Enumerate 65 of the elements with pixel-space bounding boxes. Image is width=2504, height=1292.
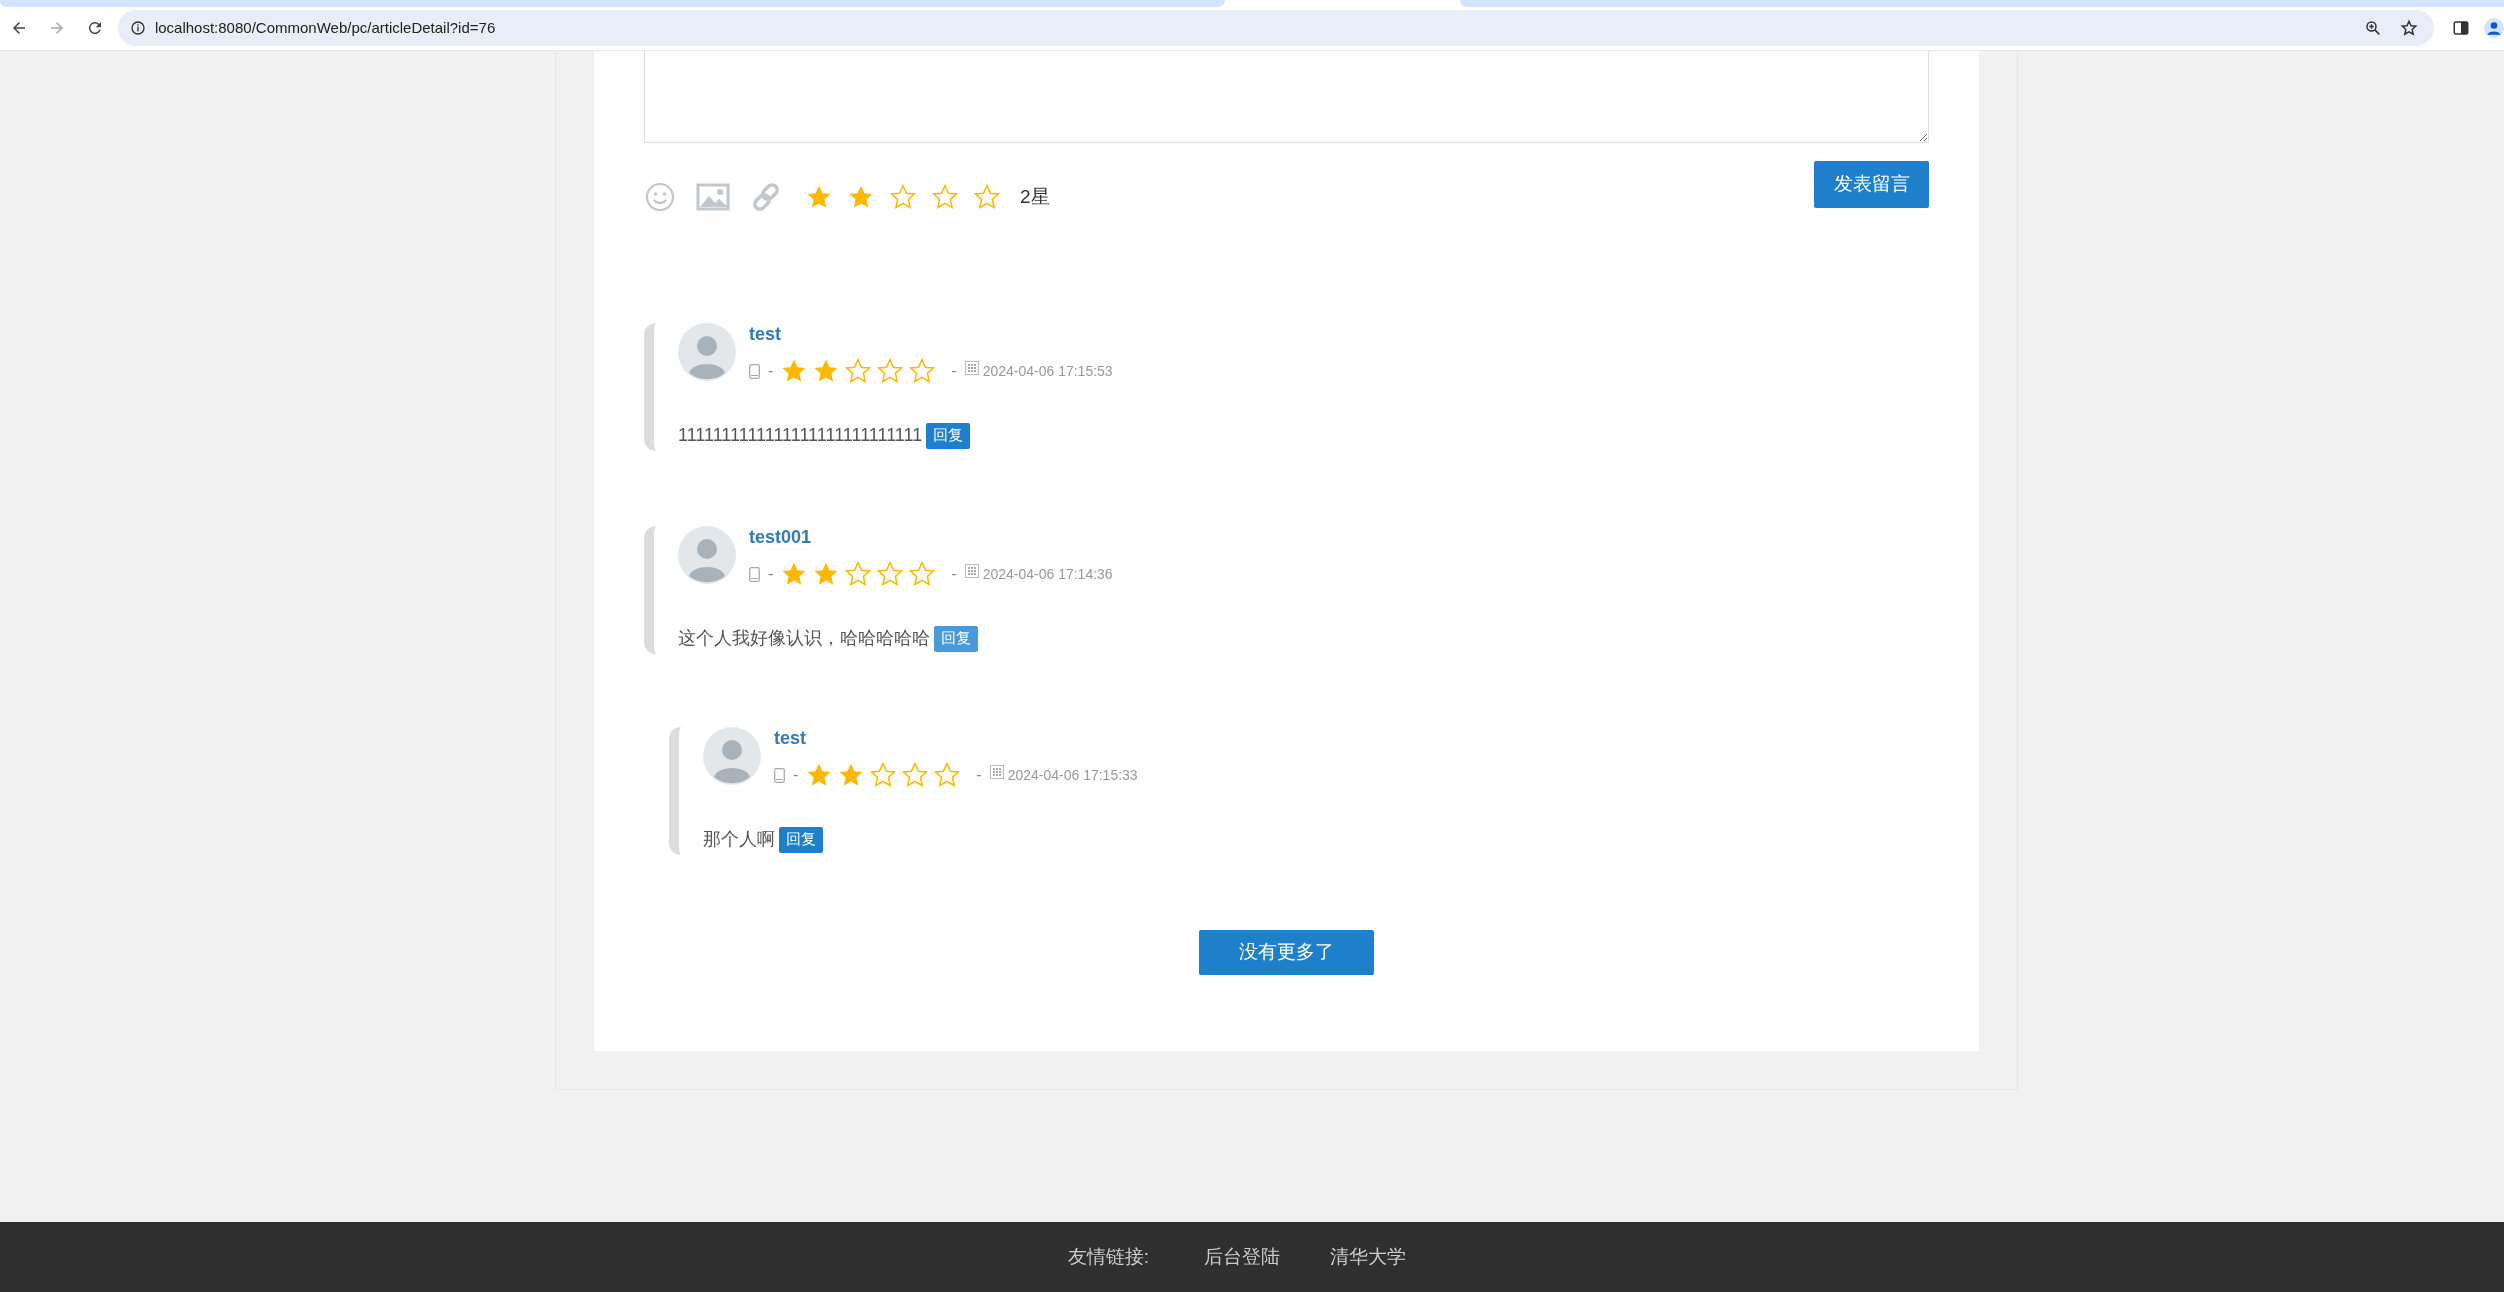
empty-star-icon — [845, 561, 872, 587]
avatar — [703, 727, 761, 785]
empty-star-icon — [909, 358, 936, 384]
footer-label: 友情链接: — [1067, 1244, 1150, 1269]
filled-star-icon — [806, 762, 833, 788]
phone-icon — [774, 767, 785, 783]
link-icon[interactable] — [750, 181, 782, 213]
address-bar[interactable]: localhost:8080/CommonWeb/pc/articleDetail?id=76 — [117, 10, 2435, 46]
comment-text: 1111111111111111111111111111 — [678, 424, 923, 447]
empty-star-icon — [932, 184, 958, 210]
empty-star-icon — [934, 762, 961, 788]
back-icon[interactable] — [10, 19, 28, 37]
separator-text: - — [768, 361, 774, 381]
comment-time: 2024-04-06 17:15:33 — [1007, 765, 1138, 785]
empty-star-icon — [974, 184, 1000, 210]
filled-star-icon — [813, 561, 840, 587]
filled-star-icon — [806, 184, 832, 210]
filled-star-icon — [781, 358, 808, 384]
avatar — [678, 526, 736, 584]
filled-star-icon — [813, 358, 840, 384]
phone-icon — [749, 566, 760, 582]
reply-button[interactable]: 回复 — [926, 422, 971, 449]
load-more-button[interactable]: 没有更多了 — [1199, 930, 1374, 975]
side-panel-icon[interactable] — [2452, 19, 2471, 37]
comment-time: 2024-04-06 17:14:36 — [982, 564, 1113, 584]
footer-link[interactable]: 清华大学 — [1330, 1242, 1407, 1272]
footer-link[interactable]: 后台登陆 — [1204, 1242, 1281, 1272]
filled-star-icon — [781, 561, 808, 587]
filled-star-icon — [838, 762, 865, 788]
user-name[interactable]: test — [749, 324, 1113, 344]
separator-text: - — [951, 361, 957, 381]
avatar — [678, 323, 736, 381]
profile-icon[interactable] — [2484, 18, 2504, 38]
submit-button[interactable]: 发表留言 — [1814, 161, 1929, 208]
calendar-icon — [964, 361, 979, 375]
comment-time: 2024-04-06 17:15:53 — [982, 361, 1113, 381]
comment-text: 这个人我好像认识，哈哈哈哈哈 — [678, 627, 930, 650]
empty-star-icon — [877, 561, 904, 587]
empty-star-icon — [877, 358, 904, 384]
user-name[interactable]: test — [774, 728, 1138, 748]
reply-button[interactable]: 回复 — [934, 625, 978, 652]
star-rating[interactable] — [806, 184, 1000, 210]
zoom-icon[interactable] — [2364, 19, 2383, 37]
empty-star-icon — [902, 762, 929, 788]
calendar-icon — [964, 564, 979, 578]
filled-star-icon — [848, 184, 874, 210]
user-name[interactable]: test001 — [749, 527, 1113, 547]
info-icon — [129, 20, 146, 36]
bookmark-star-icon[interactable] — [2400, 19, 2419, 37]
separator-text: - — [768, 564, 774, 584]
separator-text: - — [793, 765, 799, 785]
empty-star-icon — [845, 358, 872, 384]
url-text: localhost:8080/CommonWeb/pc/articleDetail?id=76 — [154, 17, 496, 38]
phone-icon — [749, 363, 760, 379]
empty-star-icon — [909, 561, 936, 587]
rating-label: 2星 — [1020, 184, 1050, 209]
calendar-icon — [989, 765, 1004, 779]
empty-star-icon — [870, 762, 897, 788]
comment-text: 那个人啊 — [703, 828, 775, 851]
reply-button[interactable]: 回复 — [779, 826, 823, 853]
image-icon[interactable] — [696, 182, 730, 212]
empty-star-icon — [890, 184, 916, 210]
emoji-icon[interactable] — [644, 181, 676, 213]
separator-text: - — [951, 564, 957, 584]
separator-text: - — [976, 765, 982, 785]
